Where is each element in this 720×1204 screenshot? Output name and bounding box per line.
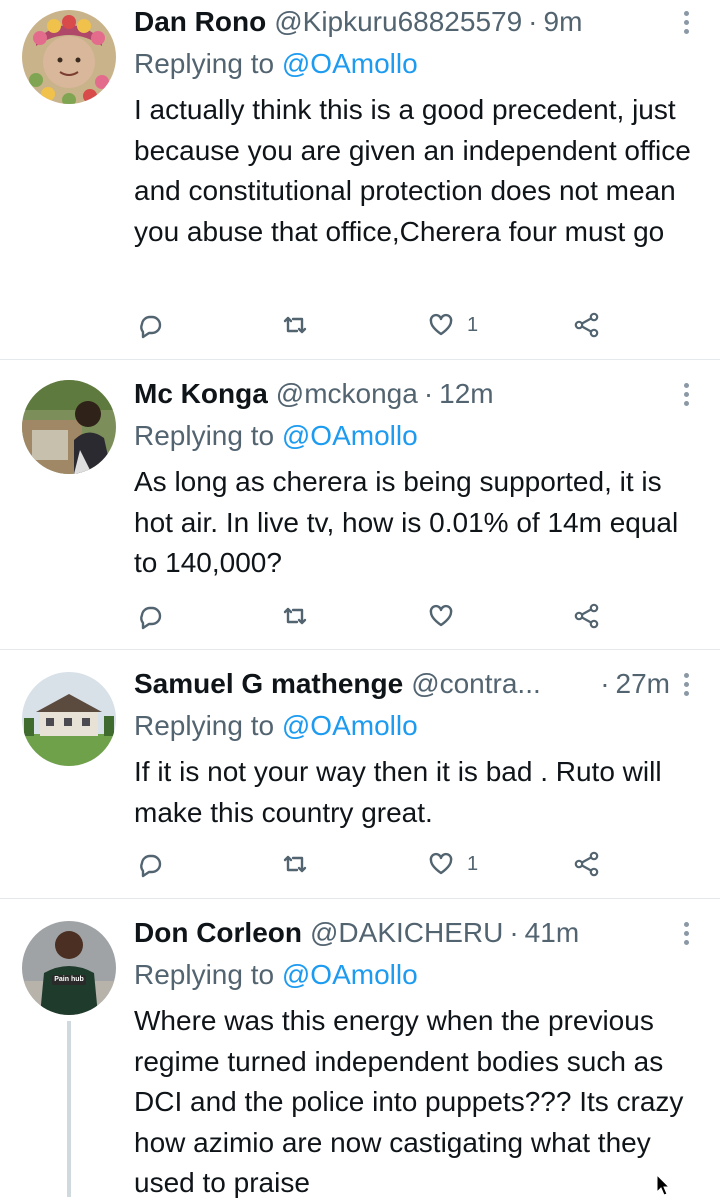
more-options-icon[interactable] — [680, 4, 692, 40]
display-name[interactable]: Mc Konga — [134, 374, 268, 414]
share-icon — [574, 603, 599, 629]
display-name[interactable]: Dan Rono — [134, 2, 266, 42]
separator-dot: · — [423, 378, 434, 409]
replying-to-label: Replying to — [134, 420, 275, 451]
timestamp[interactable]: 27m — [616, 664, 670, 704]
mention-link[interactable]: @OAmollo — [282, 710, 418, 741]
separator-dot: · — [509, 917, 519, 948]
timestamp[interactable]: 41m — [525, 913, 579, 953]
replying-to-label: Replying to — [134, 959, 275, 990]
tweet-header: Don Corleon @DAKICHERU · 41m — [134, 913, 670, 953]
tweet-header: Dan Rono @Kipkuru68825579 · 9m — [134, 2, 670, 42]
avatar-image — [22, 10, 116, 104]
tweet-header: Mc Konga @mckonga · 12m — [134, 374, 670, 414]
tweet-text: I actually think this is a good preceden… — [134, 94, 691, 247]
retweet-button[interactable] — [281, 844, 309, 884]
user-handle[interactable]: @DAKICHERU — [310, 913, 503, 953]
share-icon — [574, 312, 599, 338]
display-name[interactable]: Don Corleon — [134, 913, 302, 953]
replying-to: Replying to @OAmollo — [134, 706, 418, 746]
timestamp[interactable]: 9m — [544, 2, 583, 42]
avatar[interactable] — [22, 672, 116, 766]
share-button[interactable] — [573, 305, 601, 345]
replying-to: Replying to @OAmollo — [134, 416, 418, 456]
heart-icon — [429, 852, 453, 875]
like-button[interactable]: 1 — [427, 844, 478, 884]
replying-to: Replying to @OAmollo — [134, 955, 418, 995]
avatar-image — [22, 672, 116, 766]
avatar[interactable]: Pain hub — [22, 921, 116, 1015]
replying-to-label: Replying to — [134, 710, 275, 741]
heart-icon — [429, 604, 453, 627]
reply-icon — [140, 854, 162, 878]
retweet-button[interactable] — [281, 305, 309, 345]
separator-dot: · — [600, 668, 610, 699]
tweet-text: If it is not your way then it is bad . R… — [134, 756, 662, 828]
display-name[interactable]: Samuel G mathenge — [134, 664, 403, 704]
avatar-shirt-logo: Pain hub — [54, 976, 84, 983]
mouse-cursor-icon — [656, 1174, 670, 1196]
mention-link[interactable]: @OAmollo — [282, 420, 418, 451]
like-count: 1 — [467, 313, 479, 336]
like-button[interactable]: 1 — [427, 305, 478, 345]
reply-button[interactable] — [136, 305, 164, 345]
replying-to-label: Replying to — [134, 48, 275, 79]
user-handle[interactable]: @mckonga — [276, 374, 418, 414]
thread-line — [67, 1021, 71, 1197]
tweet-4[interactable]: Pain hub Don Corleon @DAKICHERU · 41m Re… — [0, 899, 720, 1198]
user-handle[interactable]: @Kipkuru68825579 — [274, 2, 522, 42]
tweet-header: Samuel G mathenge @contra... · 27m — [134, 664, 670, 704]
more-options-icon[interactable] — [680, 376, 692, 412]
tweet-text: As long as cherera is being supported, i… — [134, 466, 679, 578]
replying-to: Replying to @OAmollo — [134, 44, 418, 84]
mention-link[interactable]: @OAmollo — [282, 959, 418, 990]
retweet-icon — [283, 855, 307, 873]
action-bar: 1 — [0, 305, 720, 345]
mention-link[interactable]: @OAmollo — [282, 48, 418, 79]
action-bar: 1 — [0, 844, 720, 884]
separator-dot: · — [528, 6, 538, 37]
like-count: 1 — [467, 852, 479, 875]
tweet-1[interactable]: Dan Rono @Kipkuru68825579 · 9m Replying … — [0, 0, 720, 360]
heart-icon — [429, 313, 453, 336]
share-button[interactable] — [573, 844, 601, 884]
tweet-text: Where was this energy when the previous … — [134, 1005, 684, 1198]
like-button[interactable] — [427, 596, 467, 636]
retweet-button[interactable] — [281, 596, 309, 636]
avatar-image — [22, 380, 116, 474]
more-options-icon[interactable] — [680, 915, 692, 951]
user-handle[interactable]: @contra... — [411, 664, 541, 704]
reply-icon — [140, 315, 162, 339]
retweet-icon — [283, 316, 307, 334]
avatar[interactable] — [22, 10, 116, 104]
more-options-icon[interactable] — [680, 666, 692, 702]
avatar[interactable] — [22, 380, 116, 474]
retweet-icon — [283, 607, 307, 625]
avatar-image — [22, 921, 116, 1015]
timestamp[interactable]: 12m — [439, 374, 493, 414]
action-bar — [0, 596, 720, 636]
tweet-2[interactable]: Mc Konga @mckonga · 12m Replying to @OAm… — [0, 360, 720, 650]
reply-button[interactable] — [136, 844, 164, 884]
tweet-3[interactable]: Samuel G mathenge @contra... · 27m Reply… — [0, 650, 720, 899]
reply-icon — [140, 606, 162, 630]
share-icon — [574, 851, 599, 877]
share-button[interactable] — [573, 596, 601, 636]
reply-button[interactable] — [136, 596, 164, 636]
